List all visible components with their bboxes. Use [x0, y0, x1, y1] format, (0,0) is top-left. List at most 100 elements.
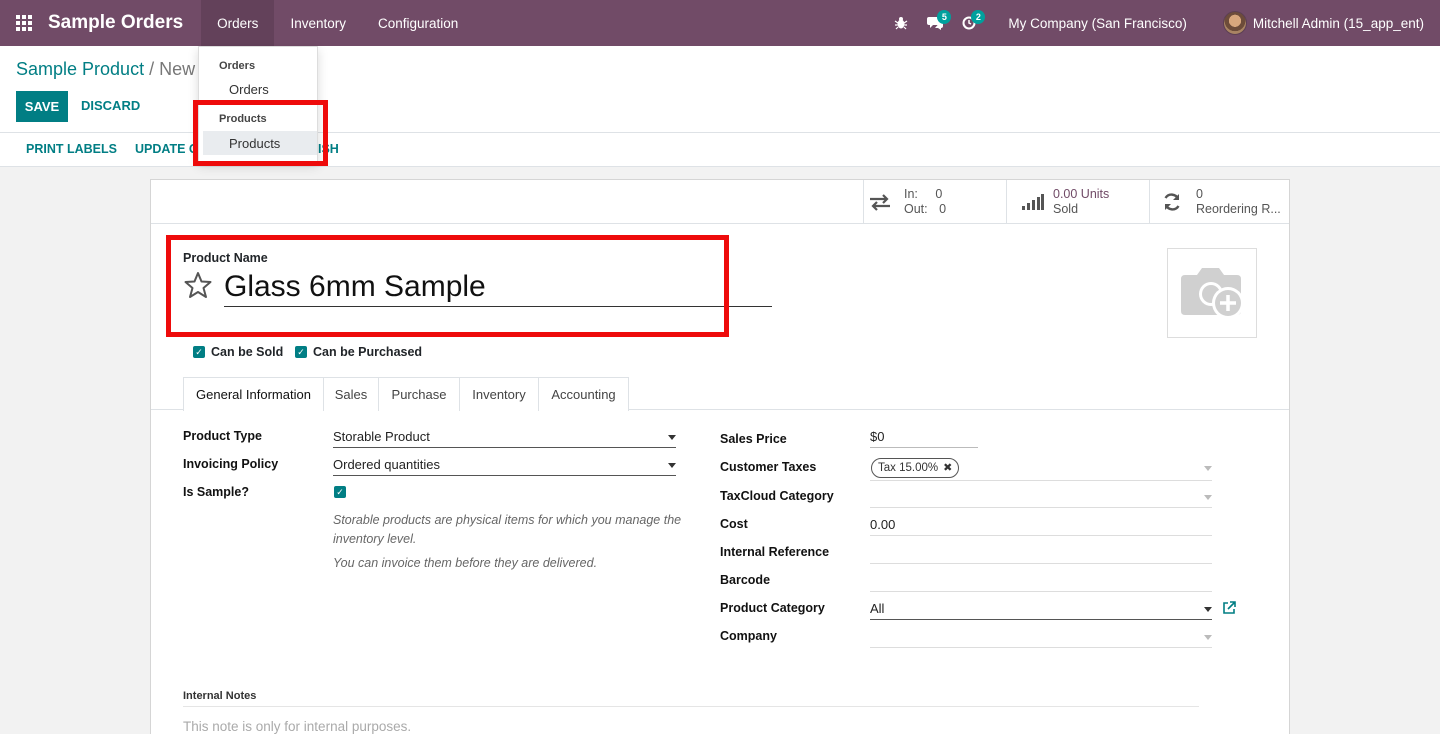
internal-notes-input[interactable]: This note is only for internal purposes. [183, 719, 411, 734]
chat-icon[interactable]: 5 [918, 0, 952, 46]
product-type-select[interactable]: Storable Product [333, 428, 676, 448]
taxcloud-category-label: TaxCloud Category [720, 489, 834, 503]
reordering-value: 0 [1196, 187, 1203, 201]
invoicing-policy-value: Ordered quantities [333, 457, 440, 472]
invoicing-policy-select[interactable]: Ordered quantities [333, 456, 676, 476]
tax-tag: Tax 15.00% ✖ [871, 458, 960, 478]
cost-label: Cost [720, 517, 748, 531]
company-switcher[interactable]: My Company (San Francisco) [986, 16, 1203, 31]
customer-taxes-field[interactable]: Tax 15.00% ✖ [870, 458, 1212, 481]
can-be-sold-checkbox[interactable]: ✓ Can be Sold [193, 345, 283, 359]
chevron-down-icon [1204, 466, 1212, 471]
breadcrumb-current: New [159, 59, 196, 79]
menu-configuration[interactable]: Configuration [362, 0, 474, 46]
chevron-down-icon [1204, 635, 1212, 640]
print-labels-button[interactable]: PRINT LABELS [26, 142, 117, 156]
dropdown-item-orders[interactable]: Orders [203, 77, 317, 101]
can-be-purchased-label: Can be Purchased [313, 345, 423, 359]
checkbox-checked-icon: ✓ [193, 346, 205, 358]
chevron-down-icon [1204, 495, 1212, 500]
is-sample-label: Is Sample? [183, 485, 249, 499]
notebook-tabs: General Information Sales Purchase Inven… [151, 376, 1289, 411]
sold-value: 0.00 Units [1053, 187, 1110, 201]
transfer-arrows-icon [864, 193, 896, 211]
checkbox-checked-icon: ✓ [295, 346, 307, 358]
app-name[interactable]: Sample Orders [48, 12, 183, 34]
product-name-label: Product Name [183, 251, 268, 265]
activity-badge: 2 [971, 10, 986, 24]
save-button[interactable]: SAVE [16, 91, 68, 122]
close-icon[interactable]: ✖ [943, 459, 952, 477]
dropdown-header-products: Products [219, 113, 267, 125]
tax-tag-label: Tax 15.00% [878, 462, 939, 474]
company-label: Company [720, 629, 777, 643]
sold-label: Sold [1053, 202, 1079, 216]
menu-inventory[interactable]: Inventory [274, 0, 362, 46]
invoicing-help: You can invoice them before they are del… [333, 556, 598, 570]
top-navbar: Sample Orders Orders Inventory Configura… [0, 0, 1440, 46]
apps-menu-icon[interactable] [0, 0, 48, 46]
reordering-smart-button[interactable]: 0 Reordering R... [1149, 180, 1289, 224]
user-menu[interactable]: Mitchell Admin (15_app_ent) [1203, 11, 1440, 35]
product-type-help: Storable products are physical items for… [333, 513, 682, 546]
menu-orders[interactable]: Orders [201, 0, 275, 46]
taxcloud-category-select[interactable] [870, 488, 1212, 508]
tab-inventory[interactable]: Inventory [459, 377, 539, 411]
debug-bug-icon[interactable] [884, 0, 918, 46]
in-value: 0 [935, 187, 943, 201]
discard-button[interactable]: DISCARD [81, 98, 140, 113]
company-select[interactable] [870, 628, 1212, 648]
user-name: Mitchell Admin (15_app_ent) [1252, 15, 1424, 31]
in-out-smart-button[interactable]: In: 0 Out: 0 [863, 180, 1006, 224]
internal-reference-label: Internal Reference [720, 545, 830, 559]
form-sheet: In: 0 Out: 0 0.00 Units Sold 0 Reorderin… [150, 179, 1290, 734]
out-value: 0 [939, 202, 947, 216]
update-quantity-button[interactable]: UPDATE Q [135, 142, 199, 156]
chevron-down-icon [1204, 607, 1212, 612]
chat-badge: 5 [937, 10, 952, 24]
orders-dropdown-menu: Orders Orders Products Products [198, 46, 318, 162]
reordering-label: Reordering R... [1196, 202, 1281, 216]
cost-input[interactable]: 0.00 [870, 516, 1212, 536]
product-category-value: All [870, 601, 885, 616]
external-link-icon[interactable] [1222, 601, 1236, 618]
breadcrumb-separator: / [149, 59, 155, 79]
sold-smart-button[interactable]: 0.00 Units Sold [1006, 180, 1149, 224]
sales-price-input[interactable]: $0 [870, 428, 978, 448]
divider [183, 706, 1199, 707]
invoicing-policy-label: Invoicing Policy [183, 457, 279, 471]
product-type-value: Storable Product [333, 429, 430, 444]
camera-plus-icon [1181, 268, 1244, 319]
dropdown-item-products[interactable]: Products [203, 131, 317, 155]
activity-clock-icon[interactable]: 2 [952, 0, 986, 46]
in-label: In: [904, 187, 918, 201]
tab-purchase[interactable]: Purchase [378, 377, 460, 411]
product-image-upload[interactable] [1167, 248, 1257, 338]
dropdown-header-orders: Orders [219, 60, 256, 72]
internal-reference-input[interactable] [870, 544, 1212, 564]
tab-sales[interactable]: Sales [323, 377, 379, 411]
chevron-down-icon [668, 463, 676, 468]
breadcrumb-parent[interactable]: Sample Product [16, 59, 144, 79]
smart-button-box: In: 0 Out: 0 0.00 Units Sold 0 Reorderin… [151, 180, 1289, 224]
chevron-down-icon [668, 435, 676, 440]
tab-accounting[interactable]: Accounting [538, 377, 629, 411]
publish-button[interactable]: ISH [318, 142, 339, 156]
breadcrumb: Sample Product / New [16, 59, 195, 80]
internal-notes-label: Internal Notes [183, 690, 257, 702]
avatar [1222, 11, 1247, 35]
star-favorite-icon[interactable] [183, 271, 213, 302]
sales-price-label: Sales Price [720, 432, 787, 446]
product-name-input[interactable]: Glass 6mm Sample [224, 269, 772, 307]
refresh-icon [1156, 192, 1188, 212]
barcode-input[interactable] [870, 572, 1212, 592]
product-type-label: Product Type [183, 429, 262, 443]
is-sample-checkbox[interactable]: ✓ [334, 486, 346, 498]
product-category-select[interactable]: All [870, 600, 1212, 620]
can-be-purchased-checkbox[interactable]: ✓ Can be Purchased [295, 345, 422, 359]
customer-taxes-label: Customer Taxes [720, 460, 817, 474]
tab-general-information[interactable]: General Information [183, 377, 324, 411]
barcode-label: Barcode [720, 573, 771, 587]
can-be-sold-label: Can be Sold [211, 345, 284, 359]
out-label: Out: [904, 202, 928, 216]
